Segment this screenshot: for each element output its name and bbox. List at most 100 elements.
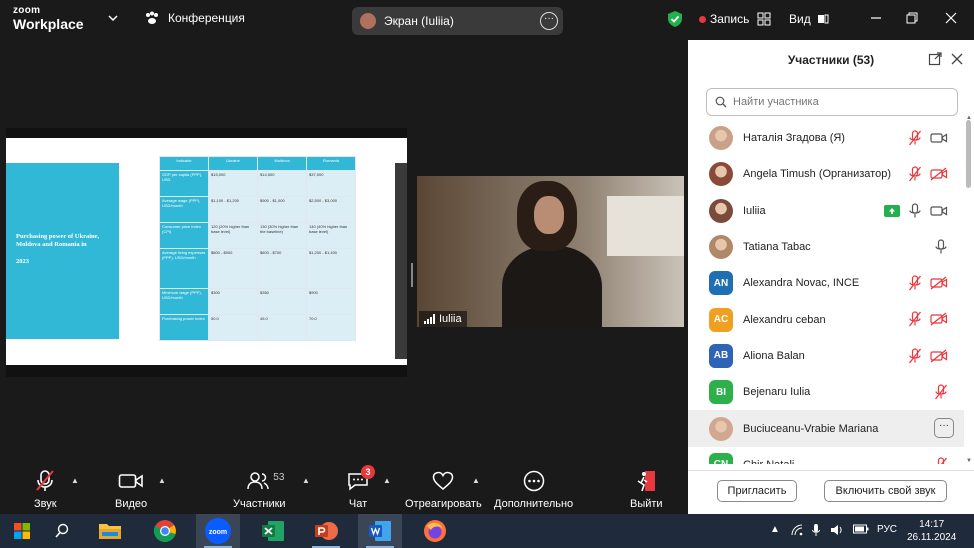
participant-row[interactable]: Buciuceanu-Vrabie Mariana ··· [688,410,964,447]
meeting-info-button[interactable]: Конференция [144,11,245,25]
camera-off-icon[interactable] [930,167,948,181]
scroll-down-icon[interactable]: ▼ [966,458,972,464]
taskbar-powerpoint[interactable] [304,514,348,548]
taskbar-zoom[interactable]: zoom [196,514,240,548]
tray-language[interactable]: РУС [877,524,897,535]
participant-row[interactable]: CN Chir Natali [688,447,964,464]
view-layout-icon [817,14,829,24]
participants-button[interactable]: 53 Участники [233,468,286,510]
participant-row[interactable]: AB Aliona Balan [688,338,964,374]
mic-icon[interactable] [908,202,922,219]
participant-search[interactable] [706,88,958,116]
mic-muted-icon[interactable] [908,130,922,146]
close-icon[interactable] [944,11,958,25]
taskbar-chrome[interactable] [143,514,187,548]
taskbar-file-explorer[interactable] [88,514,132,548]
table-cell: $300 [208,288,258,315]
participant-status-icons [884,202,948,219]
avatar: BI [709,380,733,405]
participant-row[interactable]: BI Bejenaru Iulia [688,374,964,410]
unmute-self-button[interactable]: Включить свой звук [824,480,947,502]
taskbar-search[interactable] [40,514,84,548]
participant-name: Chir Natali [743,459,794,464]
participant-row[interactable]: Angela Timush (Организатор) [688,156,964,192]
tray-volume-icon[interactable] [830,524,844,539]
mic-muted-icon[interactable] [908,166,922,182]
participant-row[interactable]: Iuliia [688,193,964,229]
chat-options-caret[interactable]: ▲ [383,476,391,485]
camera-off-icon[interactable] [930,312,948,326]
more-label: Дополнительно [494,498,574,510]
recording-button[interactable]: Запись [699,12,749,26]
resize-handle[interactable] [410,263,413,287]
pop-out-icon[interactable] [928,52,942,66]
tray-clock[interactable]: 14:17 26.11.2024 [907,518,956,544]
mic-muted-icon[interactable] [934,457,948,464]
participant-name: Iuliia [743,204,766,217]
video-options-caret[interactable]: ▲ [158,476,166,485]
audio-options-caret[interactable]: ▲ [71,476,79,485]
react-label: Отреагировать [405,498,482,510]
participant-row[interactable]: Наталія Згадова (Я) [688,120,964,156]
more-options-icon[interactable]: ··· [540,12,558,30]
mic-icon[interactable] [934,239,948,255]
tray-overflow-icon[interactable]: ▲ [770,524,780,535]
tray-mic-icon[interactable] [812,524,820,540]
table-row: Purchasing power index 50.0 45.0 70.0 [159,314,356,341]
top-bar: zoom Workplace Конференция Экран (Iuliia… [0,0,974,40]
taskbar-excel[interactable] [251,514,295,548]
mic-muted-icon[interactable] [908,275,922,291]
more-button[interactable]: Дополнительно [494,468,573,510]
participant-row[interactable]: AN Alexandra Novac, INCE [688,265,964,301]
taskbar-word[interactable] [358,514,402,548]
leave-button[interactable]: Выйти [630,468,663,510]
restore-icon[interactable] [905,11,919,25]
camera-off-icon[interactable] [930,276,948,290]
participant-row[interactable]: Tatiana Tabac [688,229,964,265]
record-label: Запись [710,12,750,26]
grid-icon[interactable] [757,12,771,26]
share-side-strip [395,163,407,359]
start-button[interactable] [0,514,44,548]
windows-logo-icon [14,523,30,539]
paw-icon [146,11,158,24]
table-cell: $1,200 - $1,400 [306,248,356,289]
logo-line1: zoom [13,5,41,16]
tray-battery-icon[interactable] [853,524,869,537]
chat-button[interactable]: 3 Чат [347,465,375,510]
participants-options-caret[interactable]: ▲ [302,476,310,485]
react-options-caret[interactable]: ▲ [472,476,480,485]
shield-icon[interactable] [667,10,683,28]
shared-screen[interactable]: Purchasing power of Ukraine, Moldova and… [6,128,407,377]
search-input[interactable] [733,96,933,108]
audio-button[interactable]: Звук [34,468,57,510]
camera-icon[interactable] [930,131,948,145]
firefox-icon [424,520,446,542]
video-button[interactable]: Видео [115,468,147,510]
mic-muted-icon[interactable] [908,348,922,364]
tray-network-icon[interactable] [791,524,803,539]
mic-muted-icon[interactable] [908,311,922,327]
camera-off-icon[interactable] [930,349,948,363]
participant-more-button[interactable]: ··· [934,418,954,439]
screen-share-pill[interactable]: Экран (Iuliia) ··· [352,7,563,35]
react-button[interactable]: Отреагировать [405,468,482,510]
camera-icon[interactable] [930,204,948,218]
taskbar-firefox[interactable] [413,514,457,548]
video-person-face [534,196,564,234]
mic-muted-icon[interactable] [934,384,948,400]
table-indicator-cell: Purchasing power index [159,314,209,341]
participant-name: Alexandru ceban [743,313,826,326]
invite-button[interactable]: Пригласить [717,480,797,502]
minimize-icon[interactable] [869,11,883,25]
close-panel-icon[interactable] [950,52,964,66]
table-cell: $600 - $700 [257,248,307,289]
signal-icon [424,314,435,324]
participant-video[interactable] [417,176,684,327]
participant-row[interactable]: AC Alexandru ceban [688,301,964,337]
chevron-down-icon[interactable] [108,13,118,23]
table-cell: 140 (40% higher than base level) [306,222,356,249]
view-button[interactable]: Вид [789,12,829,26]
table-header-cell: Romania [306,156,356,171]
scrollbar-thumb[interactable] [966,120,971,188]
